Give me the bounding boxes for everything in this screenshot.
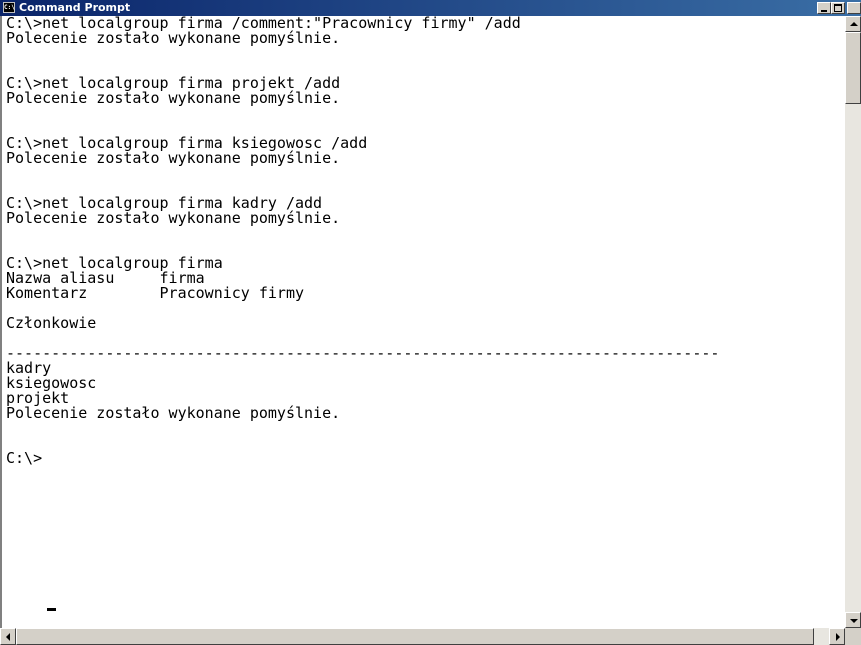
- scroll-down-button[interactable]: [845, 612, 861, 628]
- scroll-left-button[interactable]: [0, 628, 16, 645]
- console-line: Polecenie zostało wykonane pomyślnie.: [6, 404, 341, 422]
- arrow-down-icon: [850, 619, 858, 623]
- size-grip[interactable]: [845, 628, 861, 645]
- window-title: Command Prompt: [19, 1, 131, 14]
- console-line: Polecenie zostało wykonane pomyślnie.: [6, 29, 341, 47]
- cmd-app-icon[interactable]: C:\: [3, 2, 15, 13]
- console-separator-line: ----------------------------------------…: [6, 344, 720, 362]
- close-button[interactable]: [847, 2, 861, 14]
- console-line: Polecenie zostało wykonane pomyślnie.: [6, 89, 341, 107]
- title-bar[interactable]: C:\ Command Prompt: [0, 0, 861, 16]
- maximize-button[interactable]: [831, 2, 845, 14]
- scroll-right-button[interactable]: [829, 628, 845, 645]
- console-line: Polecenie zostało wykonane pomyślnie.: [6, 209, 341, 227]
- vertical-scroll-thumb[interactable]: [845, 32, 861, 104]
- minimize-button[interactable]: [817, 2, 831, 14]
- command-prompt-window: C:\ Command Prompt C:\>net localgroup fi…: [0, 0, 861, 645]
- vertical-scrollbar[interactable]: [845, 16, 861, 628]
- arrow-left-icon: [6, 633, 10, 641]
- arrow-right-icon: [836, 633, 840, 641]
- console-prompt: C:\>: [6, 449, 43, 467]
- text-cursor: [47, 608, 56, 611]
- horizontal-scroll-thumb[interactable]: [16, 628, 814, 645]
- console-line: Członkowie: [6, 314, 97, 332]
- console-line: Polecenie zostało wykonane pomyślnie.: [6, 149, 341, 167]
- console-output[interactable]: C:\>net localgroup firma /comment:"Praco…: [0, 16, 845, 628]
- console-line: Komentarz Pracownicy firmy: [6, 284, 305, 302]
- arrow-up-icon: [850, 22, 858, 26]
- scroll-up-button[interactable]: [845, 16, 861, 32]
- horizontal-scrollbar[interactable]: [0, 628, 845, 645]
